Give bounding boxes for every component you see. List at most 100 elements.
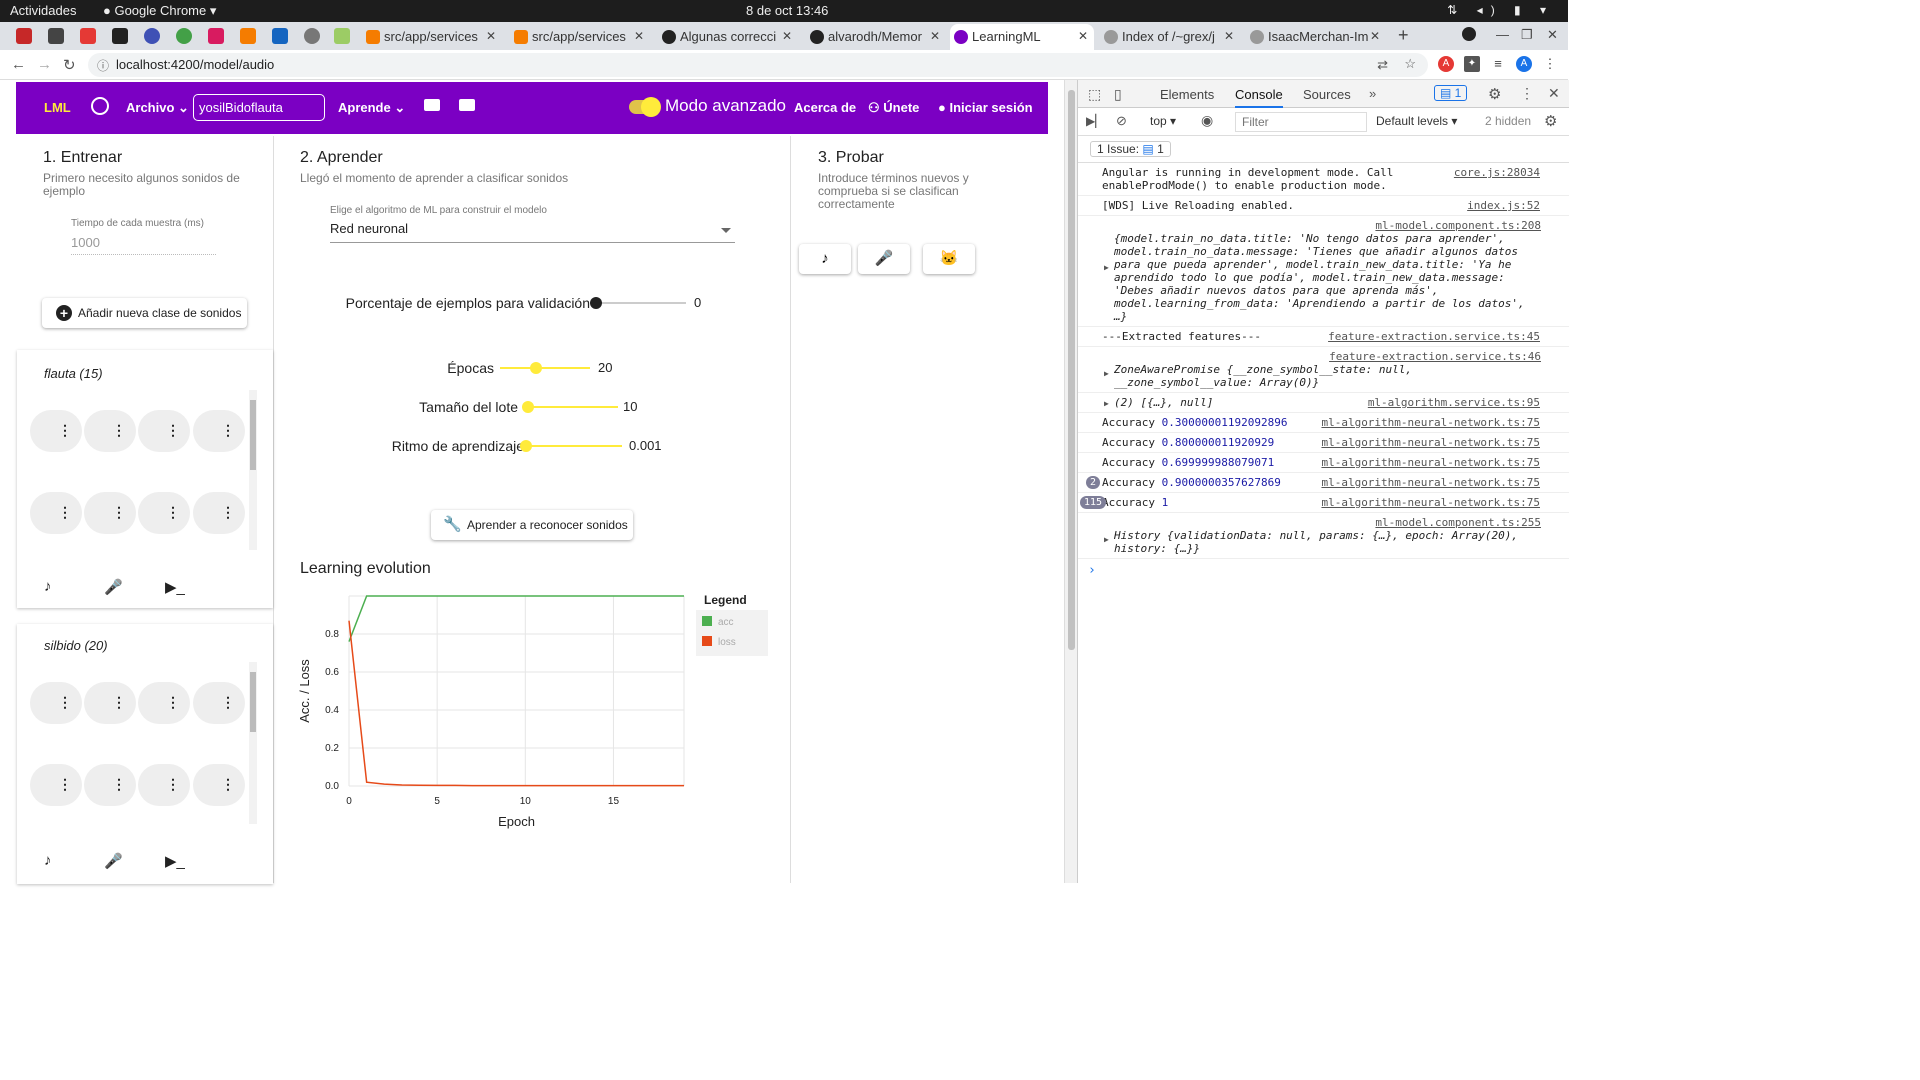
learn-sounds-button[interactable]: 🔧 Aprender a reconocer sonidos bbox=[431, 510, 633, 540]
sound-sample[interactable]: ⋮ bbox=[30, 410, 82, 452]
more-vert-icon[interactable]: ⋮ bbox=[112, 504, 126, 521]
clock[interactable]: 8 de oct 13:46 bbox=[746, 3, 828, 18]
device-toolbar-icon[interactable]: ▯ bbox=[1114, 86, 1122, 103]
source-link[interactable]: ml-algorithm-neural-network.ts:75 bbox=[1321, 416, 1540, 429]
extensions-icon[interactable]: ✦ bbox=[1464, 56, 1480, 72]
batch-size-slider-thumb[interactable] bbox=[522, 401, 534, 413]
sound-sample[interactable]: ⋮ bbox=[138, 492, 190, 534]
more-vert-icon[interactable]: ⋮ bbox=[166, 694, 180, 711]
source-link[interactable]: ml-model.component.ts:208 bbox=[1114, 219, 1541, 232]
pinned-tab-icon[interactable] bbox=[304, 28, 320, 44]
more-vert-icon[interactable]: ⋮ bbox=[58, 422, 72, 439]
browser-tab[interactable]: Index of /~grex/j ✕ bbox=[1100, 24, 1240, 50]
pinned-tab-icon[interactable] bbox=[272, 28, 288, 44]
music-note-icon[interactable]: ♪ bbox=[44, 852, 52, 869]
source-link[interactable]: core.js:28034 bbox=[1454, 166, 1540, 179]
site-info-icon[interactable]: ⓘ bbox=[97, 57, 109, 74]
close-tab-icon[interactable]: ✕ bbox=[1370, 29, 1380, 43]
sound-sample[interactable]: ⋮ bbox=[30, 492, 82, 534]
console-message[interactable]: 115 Accuracy 1 ml-algorithm-neural-network… bbox=[1078, 493, 1569, 513]
music-note-icon[interactable]: ♪ bbox=[44, 578, 52, 595]
project-name-input[interactable] bbox=[193, 94, 325, 121]
pinned-tab-icon[interactable] bbox=[80, 28, 96, 44]
pinned-tab-icon[interactable] bbox=[16, 28, 32, 44]
more-vert-icon[interactable]: ⋮ bbox=[221, 504, 235, 521]
console-message[interactable]: Accuracy 0.30000001192092896 ml-algorithm… bbox=[1078, 413, 1569, 433]
pinned-tab-icon[interactable] bbox=[144, 28, 160, 44]
sound-sample[interactable]: ⋮ bbox=[193, 764, 245, 806]
tab-search-icon[interactable] bbox=[1462, 27, 1476, 41]
tab-console[interactable]: Console bbox=[1235, 87, 1283, 108]
class-title[interactable]: silbido (20) bbox=[44, 638, 108, 653]
console-message[interactable]: feature-extraction.service.ts:46 ▶ ZoneAwa… bbox=[1078, 347, 1569, 393]
add-sound-class-button[interactable]: + Añadir nueva clase de sonidos bbox=[42, 298, 247, 328]
pinned-tab-icon[interactable] bbox=[334, 28, 350, 44]
login-link[interactable]: ● Iniciar sesión bbox=[938, 100, 1033, 115]
close-window-icon[interactable]: ✕ bbox=[1547, 27, 1558, 43]
sound-sample[interactable]: ⋮ bbox=[84, 682, 136, 724]
more-vert-icon[interactable]: ⋮ bbox=[166, 504, 180, 521]
url-field[interactable]: ⓘ localhost:4200/model/audio ⇄ ☆ bbox=[88, 53, 1428, 77]
label-icon[interactable]: ▶_ bbox=[165, 852, 185, 870]
console-message[interactable]: ml-model.component.ts:208 ▶ {model.train_n… bbox=[1078, 216, 1569, 327]
aprende-menu[interactable]: Aprende ⌄ bbox=[338, 100, 405, 116]
source-link[interactable]: feature-extraction.service.ts:45 bbox=[1328, 330, 1540, 343]
expand-triangle-icon[interactable]: ▶ bbox=[1104, 261, 1109, 274]
sound-sample[interactable]: ⋮ bbox=[84, 410, 136, 452]
open-folder-icon[interactable] bbox=[424, 99, 440, 111]
close-tab-icon[interactable]: ✕ bbox=[486, 29, 496, 43]
more-vert-icon[interactable]: ⋮ bbox=[58, 694, 72, 711]
validation-slider-thumb[interactable] bbox=[590, 297, 602, 309]
adblock-icon[interactable]: A bbox=[1438, 56, 1454, 72]
browser-tab[interactable]: src/app/services ✕ bbox=[362, 24, 502, 50]
console-message[interactable]: Accuracy 0.699999988079071 ml-algorithm-n… bbox=[1078, 453, 1569, 473]
translate-icon[interactable]: ⇄ bbox=[1377, 57, 1388, 73]
issues-badge[interactable]: ▤ 1 bbox=[1434, 85, 1468, 101]
more-vert-icon[interactable]: ⋮ bbox=[221, 694, 235, 711]
console-prompt[interactable]: › bbox=[1078, 559, 1569, 582]
sound-sample[interactable]: ⋮ bbox=[30, 682, 82, 724]
source-link[interactable]: ml-algorithm-neural-network.ts:75 bbox=[1321, 476, 1540, 489]
app-menu[interactable]: ● Google Chrome ▾ bbox=[103, 3, 216, 19]
browser-tab[interactable]: IsaacMerchan-Im ✕ bbox=[1246, 24, 1386, 50]
join-link[interactable]: ⚇ Únete bbox=[868, 100, 919, 116]
tab-elements[interactable]: Elements bbox=[1160, 87, 1214, 102]
more-vert-icon[interactable]: ⋮ bbox=[112, 422, 126, 439]
expand-triangle-icon[interactable]: ▶ bbox=[1104, 533, 1109, 546]
source-link[interactable]: ml-algorithm-neural-network.ts:75 bbox=[1321, 496, 1540, 509]
reading-list-icon[interactable]: ≡ bbox=[1490, 56, 1506, 72]
console-message[interactable]: Accuracy 0.800000011920929 ml-algorithm-n… bbox=[1078, 433, 1569, 453]
pinned-tab-icon[interactable] bbox=[176, 28, 192, 44]
log-levels-select[interactable]: Default levels ▾ bbox=[1376, 114, 1457, 128]
context-select[interactable]: top ▾ bbox=[1150, 114, 1176, 128]
system-tray[interactable]: ⇅ ◂) ▮ ▾ bbox=[1447, 3, 1554, 17]
minimize-icon[interactable]: — bbox=[1496, 27, 1509, 42]
console-message[interactable]: Angular is running in development mode. … bbox=[1078, 163, 1569, 196]
back-icon[interactable]: ← bbox=[11, 56, 26, 73]
record-microphone-button[interactable]: 🎤 bbox=[858, 244, 910, 274]
reload-icon[interactable]: ↻ bbox=[63, 56, 76, 74]
sample-time-input[interactable]: 1000 bbox=[71, 235, 100, 250]
browser-tab[interactable]: alvarodh/Memor ✕ bbox=[806, 24, 946, 50]
source-link[interactable]: ml-model.component.ts:255 bbox=[1114, 516, 1541, 529]
sound-sample[interactable]: ⋮ bbox=[30, 764, 82, 806]
advanced-mode-toggle[interactable] bbox=[629, 97, 661, 117]
profile-avatar[interactable]: A bbox=[1516, 56, 1532, 72]
more-vert-icon[interactable]: ⋮ bbox=[221, 422, 235, 439]
browser-tab-active[interactable]: LearningML ✕ bbox=[950, 24, 1094, 50]
more-vert-icon[interactable]: ⋮ bbox=[221, 776, 235, 793]
play-sound-button[interactable]: ♪ bbox=[799, 244, 851, 274]
forward-icon[interactable]: → bbox=[37, 56, 52, 73]
maximize-icon[interactable]: ❐ bbox=[1521, 27, 1533, 43]
archivo-menu[interactable]: Archivo ⌄ bbox=[126, 100, 189, 116]
source-link[interactable]: ml-algorithm-neural-network.ts:75 bbox=[1321, 456, 1540, 469]
sound-sample[interactable]: ⋮ bbox=[193, 410, 245, 452]
algorithm-select[interactable]: Red neuronal bbox=[330, 221, 735, 243]
source-link[interactable]: feature-extraction.service.ts:46 bbox=[1114, 350, 1541, 363]
pinned-tab-icon[interactable] bbox=[208, 28, 224, 44]
close-tab-icon[interactable]: ✕ bbox=[782, 29, 792, 43]
sound-sample[interactable]: ⋮ bbox=[84, 764, 136, 806]
sound-sample[interactable]: ⋮ bbox=[193, 492, 245, 534]
tab-sources[interactable]: Sources bbox=[1303, 87, 1351, 102]
sound-sample[interactable]: ⋮ bbox=[138, 764, 190, 806]
